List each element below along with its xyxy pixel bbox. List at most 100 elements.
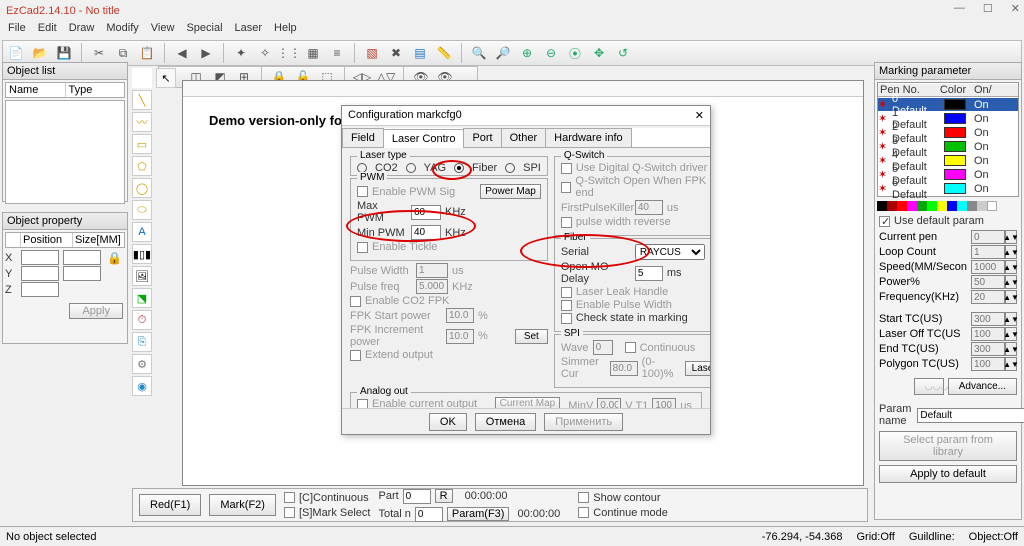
lock-aspect-icon[interactable]: 🔒	[107, 251, 122, 265]
zoom-sel-icon[interactable]: ⊖	[542, 44, 560, 62]
text-tool-icon[interactable]: A	[132, 222, 152, 242]
save-icon[interactable]: 💾	[55, 44, 73, 62]
spin-icon[interactable]: ▲▼	[1005, 275, 1017, 289]
param-input[interactable]	[971, 290, 1005, 304]
spin-icon[interactable]: ▲▼	[1005, 357, 1017, 371]
radio-spi[interactable]	[505, 163, 515, 173]
cancel-button[interactable]: Отмена	[475, 413, 536, 431]
copy-icon[interactable]: ⧉	[114, 44, 132, 62]
spin-icon[interactable]: ▲▼	[1005, 312, 1017, 326]
timer-tool-icon[interactable]: ⏱	[132, 310, 152, 330]
size-y-input[interactable]	[63, 266, 101, 281]
line-tool-icon[interactable]: ╲	[132, 90, 152, 110]
col-type[interactable]: Type	[66, 83, 125, 97]
spin-icon[interactable]: ▲▼	[1005, 342, 1017, 356]
spin-icon[interactable]: ▲▼	[1005, 290, 1017, 304]
color-bar[interactable]	[877, 201, 1019, 211]
menu-file[interactable]: File	[8, 22, 26, 40]
vector-tool-icon[interactable]: ⬔	[132, 288, 152, 308]
mo-delay-input[interactable]	[635, 266, 663, 281]
menu-laser[interactable]: Laser	[235, 22, 263, 40]
pos-x-input[interactable]	[21, 250, 59, 265]
align-icon[interactable]: ≡	[328, 44, 346, 62]
maximize-icon[interactable]: ☐	[983, 2, 993, 15]
pan-icon[interactable]: ✥	[590, 44, 608, 62]
size-x-input[interactable]	[63, 250, 101, 265]
menu-modify[interactable]: Modify	[106, 22, 138, 40]
apply-default-button[interactable]: Apply to default	[879, 465, 1017, 483]
spin-icon[interactable]: ▲▼	[1005, 245, 1017, 259]
tool-icon[interactable]: ✖	[387, 44, 405, 62]
cut-icon[interactable]: ✂	[90, 44, 108, 62]
circle-tool-icon[interactable]: ◯	[132, 178, 152, 198]
menu-view[interactable]: View	[151, 22, 175, 40]
pos-y-input[interactable]	[21, 266, 59, 281]
menu-special[interactable]: Special	[186, 22, 222, 40]
param-button[interactable]: Param(F3)	[447, 507, 510, 521]
tab-laser-control[interactable]: Laser Contro	[383, 129, 465, 148]
open-icon[interactable]: 📂	[31, 44, 49, 62]
zoom-prev-icon[interactable]: ↺	[614, 44, 632, 62]
radio-yag[interactable]	[406, 163, 416, 173]
cursor-icon[interactable]: ↖	[156, 68, 176, 88]
pick-icon[interactable]: ✦	[232, 44, 250, 62]
max-pwm-input[interactable]	[411, 205, 441, 220]
tab-field[interactable]: Field	[342, 128, 384, 147]
part-input[interactable]	[403, 489, 431, 504]
poly-tool-icon[interactable]: ⬠	[132, 156, 152, 176]
tc-input[interactable]	[971, 342, 1005, 356]
col-name[interactable]: Name	[6, 83, 66, 97]
menu-draw[interactable]: Draw	[69, 22, 95, 40]
param-input[interactable]	[971, 245, 1005, 259]
ellipse-tool-icon[interactable]: ⬭	[132, 200, 152, 220]
pen-row[interactable]: ✶6 DefaultOn	[878, 182, 1018, 195]
chk-continuous[interactable]	[284, 492, 295, 503]
zoom-fit-icon[interactable]: ⊕	[518, 44, 536, 62]
hatch-icon[interactable]: ▧	[363, 44, 381, 62]
r-button[interactable]: R	[435, 489, 453, 503]
chk-show-contour[interactable]	[578, 492, 589, 503]
grid-icon[interactable]: ▦	[304, 44, 322, 62]
dialog-close-icon[interactable]: ✕	[695, 109, 704, 122]
rect-tool-icon[interactable]: ▭	[132, 134, 152, 154]
power-map-button[interactable]: Power Map	[480, 184, 541, 199]
zoom-out-icon[interactable]: 🔎	[494, 44, 512, 62]
set-button[interactable]: Set	[515, 329, 548, 344]
tc-input[interactable]	[971, 357, 1005, 371]
new-icon[interactable]: 📄	[7, 44, 25, 62]
zoom-in-icon[interactable]: 🔍	[470, 44, 488, 62]
red-button[interactable]: Red(F1)	[139, 494, 201, 516]
chk-continue-mode[interactable]	[578, 507, 589, 518]
spin-icon[interactable]: ▲▼	[1005, 230, 1017, 244]
node-icon[interactable]: ✧	[256, 44, 274, 62]
param-input[interactable]	[971, 230, 1005, 244]
menu-edit[interactable]: Edit	[38, 22, 57, 40]
advance-button[interactable]: Advance...	[948, 378, 1017, 395]
spiral-tool-icon[interactable]: ◉	[132, 376, 152, 396]
spin-icon[interactable]: ▲▼	[1005, 260, 1017, 274]
tc-input[interactable]	[971, 327, 1005, 341]
serial-select[interactable]: RAYCUS	[635, 244, 705, 260]
object-list-body[interactable]	[5, 100, 125, 204]
radio-fiber[interactable]	[454, 163, 464, 173]
tab-hardware[interactable]: Hardware info	[545, 128, 631, 147]
zoom-all-icon[interactable]: ⦿	[566, 44, 584, 62]
encoder-tool-icon[interactable]: ⚙	[132, 354, 152, 374]
menu-help[interactable]: Help	[274, 22, 297, 40]
tab-other[interactable]: Other	[501, 128, 547, 147]
close-icon[interactable]: ✕	[1011, 2, 1020, 15]
chk-use-default[interactable]: ✓	[879, 216, 890, 227]
total-input[interactable]	[415, 507, 443, 522]
pos-z-input[interactable]	[21, 282, 59, 297]
barcode-tool-icon[interactable]: ▮▯▮	[132, 244, 152, 264]
curve-tool-icon[interactable]: 〰	[132, 112, 152, 132]
tab-port[interactable]: Port	[463, 128, 501, 147]
min-pwm-input[interactable]	[411, 225, 441, 240]
param-name-input[interactable]	[917, 408, 1024, 423]
list-icon[interactable]: ▤	[411, 44, 429, 62]
param-input[interactable]	[971, 260, 1005, 274]
undo-icon[interactable]: ◀	[173, 44, 191, 62]
mark-button[interactable]: Mark(F2)	[209, 494, 276, 516]
ruler-icon[interactable]: 📏	[435, 44, 453, 62]
pen-table[interactable]: Pen No. Color On/ ✶0 DefaultOn✶1 Default…	[877, 82, 1019, 197]
